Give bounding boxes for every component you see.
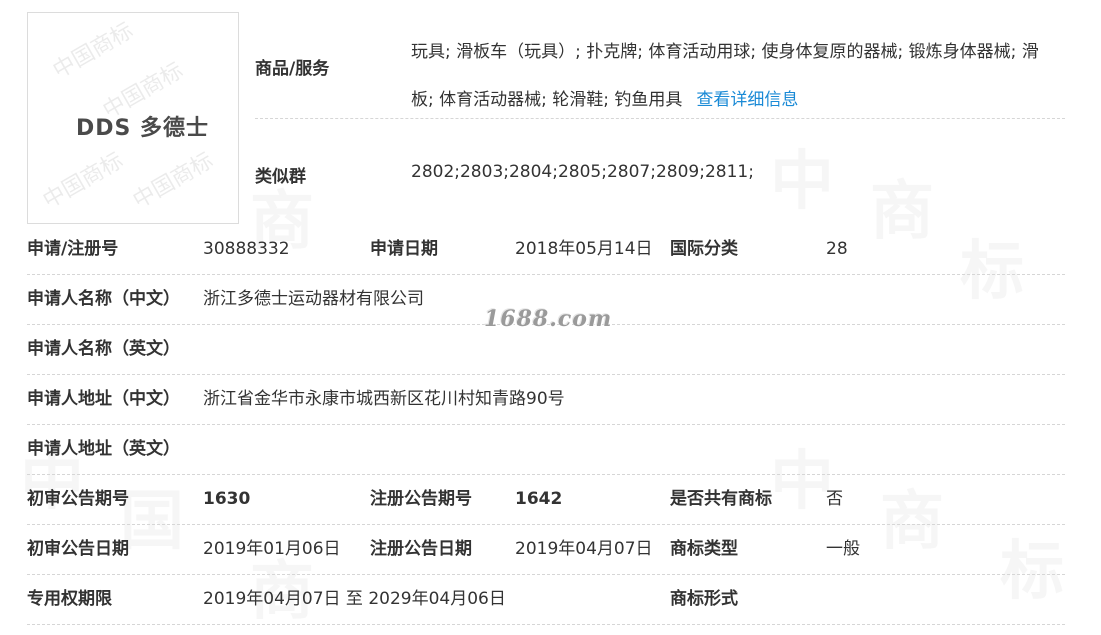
applicant-address-cn-label: 申请人地址（中文） [27, 389, 180, 409]
info-row-applicant-name-en: 申请人名称（英文） [27, 325, 1065, 375]
applicant-address-en-label: 申请人地址（英文） [27, 439, 180, 459]
site-watermark: 1688.com [484, 306, 613, 332]
exclusive-right-period-value: 2019年04月07日 至 2029年04月06日 [203, 589, 506, 609]
similar-group-label: 类似群 [255, 167, 306, 187]
exclusive-right-period-label: 专用权期限 [27, 589, 112, 609]
applicant-name-cn-label: 申请人名称（中文） [27, 289, 180, 309]
registration-number-value: 30888332 [203, 239, 290, 259]
trademark-type-label: 商标类型 [670, 539, 738, 559]
similar-group-value: 2802;2803;2804;2805;2807;2809;2811; [411, 162, 754, 182]
applicant-address-cn-value: 浙江省金华市永康市城西新区花川村知青路90号 [203, 389, 565, 409]
application-date-label: 申请日期 [370, 239, 438, 259]
preliminary-issue-value: 1630 [203, 489, 251, 509]
info-row-applicant-address-en: 申请人地址（英文） [27, 425, 1065, 475]
info-row-announcement-issue: 初审公告期号 1630 注册公告期号 1642 是否共有商标 否 [27, 475, 1065, 525]
registration-date-value: 2019年04月07日 [515, 539, 653, 559]
international-class-value: 28 [826, 239, 848, 259]
international-class-label: 国际分类 [670, 239, 738, 259]
preliminary-date-value: 2019年01月06日 [203, 539, 341, 559]
application-date-value: 2018年05月14日 [515, 239, 653, 259]
goods-services-value: 玩具; 滑板车（玩具）; 扑克牌; 体育活动用球; 使身体复原的器械; 锻炼身体… [411, 28, 1061, 124]
applicant-name-en-label: 申请人名称（英文） [27, 339, 180, 359]
registration-issue-value: 1642 [515, 489, 563, 509]
shared-trademark-value: 否 [826, 489, 843, 509]
registration-issue-label: 注册公告期号 [370, 489, 472, 509]
info-row-registration: 申请/注册号 30888332 申请日期 2018年05月14日 国际分类 28 [27, 225, 1065, 275]
trademark-form-label: 商标形式 [670, 589, 738, 609]
preliminary-issue-label: 初审公告期号 [27, 489, 129, 509]
info-row-announcement-date: 初审公告日期 2019年01月06日 注册公告日期 2019年04月07日 商标… [27, 525, 1065, 575]
preliminary-date-label: 初审公告日期 [27, 539, 129, 559]
registration-date-label: 注册公告日期 [370, 539, 472, 559]
trademark-type-value: 一般 [826, 539, 860, 559]
info-row-applicant-address-cn: 申请人地址（中文） 浙江省金华市永康市城西新区花川村知青路90号 [27, 375, 1065, 425]
trademark-logo-text: DDS 多德士 [76, 116, 210, 141]
trademark-logo-image: 中国商标 中国商标 中国商标 中国商标 DDS 多德士 [27, 12, 239, 224]
info-row-validity: 专用权期限 2019年04月07日 至 2029年04月06日 商标形式 [27, 575, 1065, 625]
view-details-link[interactable]: 查看详细信息 [696, 90, 798, 110]
divider [255, 118, 1065, 119]
goods-services-label: 商品/服务 [255, 59, 330, 79]
shared-trademark-label: 是否共有商标 [670, 489, 772, 509]
applicant-name-cn-value: 浙江多德士运动器材有限公司 [203, 289, 424, 309]
registration-number-label: 申请/注册号 [27, 239, 119, 259]
